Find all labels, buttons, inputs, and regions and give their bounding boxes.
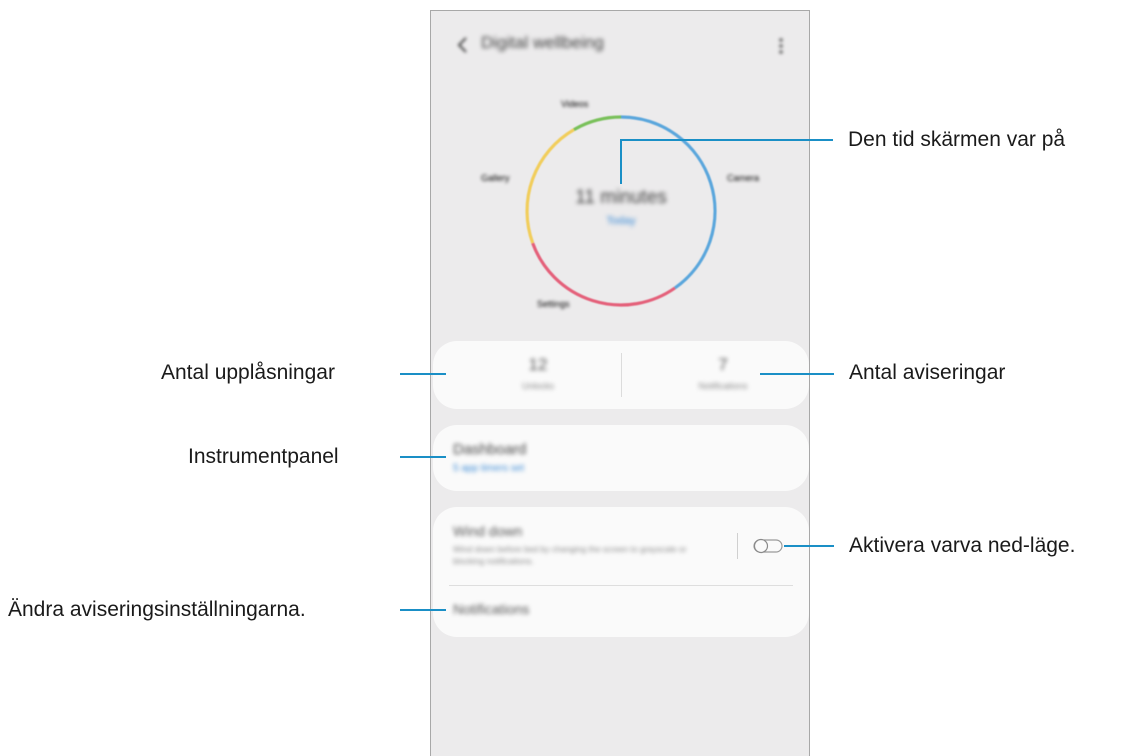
callout-notification-settings: Ändra aviseringsinställningarna. (8, 598, 306, 621)
settings-divider (449, 585, 793, 586)
screen-time-period[interactable]: Today (431, 215, 809, 227)
notifications-count-value: 7 (718, 355, 728, 374)
screen-time-total: 11 minutes (575, 187, 667, 208)
wind-down-title[interactable]: Wind down (453, 523, 522, 539)
leader-line-dashboard (400, 456, 446, 458)
dashboard-title: Dashboard (453, 441, 527, 458)
wind-down-separator (737, 533, 738, 559)
leader-line-wind-down (784, 545, 834, 547)
ring-label-camera: Camera (727, 173, 759, 183)
phone-screen: Digital wellbeing Videos Camera Gallery … (430, 10, 810, 756)
wind-down-description: Wind down before bed by changing the scr… (453, 544, 687, 566)
ring-label-videos: Videos (561, 99, 589, 109)
callout-notifications-count: Antal aviseringar (849, 361, 1006, 384)
stats-card: 12 Unlocks 7 Notifications (433, 341, 809, 409)
leader-line-notification-settings (400, 609, 446, 611)
unlocks-label: Unlocks (521, 381, 554, 391)
ring-segment-red (531, 242, 676, 307)
leader-line-notifications-count (760, 373, 834, 375)
callout-dashboard: Instrumentpanel (188, 445, 339, 468)
leader-line-unlocks (400, 373, 446, 375)
callout-screen-time: Den tid skärmen var på (848, 128, 1066, 151)
leader-line-screen-time (620, 140, 622, 184)
ring-segment-green (573, 115, 622, 131)
stats-divider (621, 353, 622, 397)
dashboard-card[interactable]: Dashboard 5 app timers set (433, 425, 809, 491)
notifications-settings-item[interactable]: Notifications (453, 601, 529, 617)
callout-wind-down: Aktivera varva ned-läge. (849, 534, 1076, 557)
leader-line-screen-time-h (620, 139, 833, 141)
dashboard-subtitle: 5 app timers set (453, 463, 525, 474)
ring-label-gallery: Gallery (481, 173, 510, 183)
unlocks-value: 12 (528, 355, 548, 374)
settings-card: Wind down Wind down before bed by changi… (433, 507, 809, 637)
ring-label-settings: Settings (537, 299, 570, 309)
wind-down-toggle[interactable] (753, 538, 783, 554)
notifications-count-label: Notifications (698, 381, 748, 391)
callout-unlocks: Antal upplåsningar (161, 361, 335, 384)
